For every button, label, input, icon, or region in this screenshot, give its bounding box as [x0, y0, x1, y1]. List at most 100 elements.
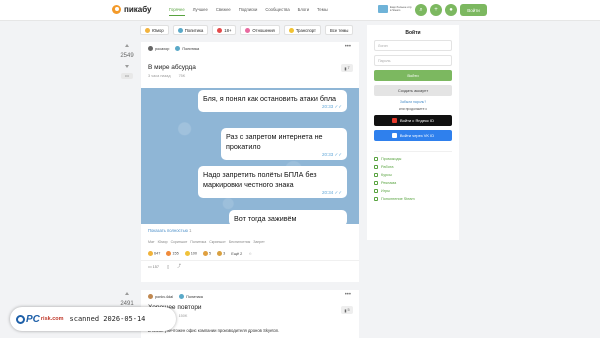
- add-reaction-icon[interactable]: ☺: [248, 252, 252, 256]
- tag-18plus[interactable]: 18+: [212, 25, 237, 35]
- post-tag[interactable]: Беспилотник: [229, 240, 250, 244]
- author-name[interactable]: ponkv.4dal: [155, 295, 173, 299]
- sidebar-link-steam[interactable]: Пополнение Steam: [374, 197, 452, 201]
- promo-icon: [374, 157, 378, 161]
- sidebar-link-promocodes[interactable]: Промокоды: [374, 157, 452, 161]
- post-views: 150K: [178, 314, 188, 318]
- tag-label: Отношения: [252, 27, 275, 33]
- add-post-icon[interactable]: +: [430, 4, 442, 16]
- post-menu-icon[interactable]: •••: [345, 292, 351, 298]
- vk-icon: [391, 133, 397, 138]
- tag-label: Юмор: [152, 27, 164, 33]
- tag-politics[interactable]: Политика: [172, 25, 209, 35]
- steam-promo[interactable]: Ещё больше игр в Steam: [378, 5, 412, 13]
- more-reactions[interactable]: Ещё 2: [231, 252, 242, 256]
- comments-button[interactable]: ▭ 157: [148, 264, 159, 269]
- upvote-icon[interactable]: [125, 44, 129, 47]
- password-field[interactable]: Пароль: [374, 55, 452, 66]
- reaction[interactable]: 647: [148, 251, 160, 256]
- author-row: pocaxop Политика: [148, 46, 352, 51]
- reaction[interactable]: 155: [166, 251, 179, 256]
- site-logo[interactable]: пикабу: [112, 5, 152, 14]
- post-time: 3 часа назад: [148, 74, 171, 78]
- post-menu-icon[interactable]: •••: [345, 44, 351, 50]
- post-tag[interactable]: Политика: [190, 240, 206, 244]
- logo-text: пикабу: [124, 5, 152, 14]
- post-tag[interactable]: Скриншот: [171, 240, 188, 244]
- message-text: Надо запретить полёты БПЛА без маркировк…: [203, 170, 317, 189]
- watermark: PC risk.com scanned 2026-05-14: [10, 307, 176, 331]
- yandex-login-button[interactable]: Войти с Яндекс ID: [374, 115, 452, 126]
- post-tag[interactable]: Мат: [148, 240, 155, 244]
- tag-relationships[interactable]: Отношения: [240, 25, 280, 35]
- bookmark-icon: ▮: [344, 66, 347, 71]
- upvote-icon[interactable]: [125, 292, 129, 295]
- nav-communities[interactable]: Сообщества: [265, 7, 289, 16]
- sidebar-link-jobs[interactable]: Работа: [374, 165, 452, 169]
- reaction[interactable]: 3: [217, 251, 225, 256]
- nav-blogs[interactable]: Блоги: [298, 7, 309, 16]
- login-field[interactable]: Логин: [374, 40, 452, 51]
- read-more-link[interactable]: Показать полностью 1: [141, 224, 359, 237]
- share-icon[interactable]: ⤴: [177, 264, 181, 269]
- nav-hot[interactable]: Горячее: [169, 7, 185, 16]
- reaction-emoji-icon: [166, 251, 172, 256]
- save-icon[interactable]: ▯: [167, 264, 169, 269]
- save-button[interactable]: ▮ 5: [341, 306, 353, 314]
- tag-label: Транспорт: [295, 27, 316, 33]
- vk-login-button[interactable]: Войти через VK ID: [374, 130, 452, 141]
- steam-icon: [374, 197, 378, 201]
- tag-all-topics[interactable]: Все темы: [324, 25, 354, 35]
- topic-tags: Юмор Политика 18+ Отношения Транспорт Вс…: [140, 25, 360, 35]
- reaction[interactable]: 100: [184, 251, 197, 256]
- sidebar-link-ads[interactable]: Реклама: [374, 181, 452, 185]
- top-header: пикабу Горячее Лучшее Свежее Подписки Со…: [0, 0, 600, 21]
- nav-best[interactable]: Лучшее: [193, 7, 208, 16]
- politics-icon: [177, 27, 183, 33]
- save-count: 5: [347, 308, 350, 312]
- post-tag[interactable]: Скриншот: [209, 240, 226, 244]
- humor-icon: [145, 27, 150, 33]
- community-name[interactable]: Политика: [182, 47, 199, 51]
- post-image-chat[interactable]: Бля, я понял как остановить атаки бпла 2…: [141, 88, 359, 224]
- sidebar-link-games[interactable]: Игры: [374, 189, 452, 193]
- reaction-emoji-icon: [184, 251, 190, 256]
- tag-transport[interactable]: Транспорт: [283, 25, 321, 35]
- post-title-block: В мире абсурда 3 часа назад 75K ▮ 7: [141, 64, 359, 88]
- community-name[interactable]: Политика: [186, 295, 203, 299]
- register-button[interactable]: Создать аккаунт: [374, 85, 452, 96]
- author-name[interactable]: pocaxop: [155, 47, 169, 51]
- post-views: 75K: [178, 74, 186, 78]
- forgot-password-link[interactable]: Забыли пароль?: [367, 100, 459, 104]
- sidebar-link-courses[interactable]: Курсы: [374, 173, 452, 177]
- avatar[interactable]: [148, 46, 153, 51]
- transport-icon: [288, 27, 294, 33]
- chat-message: Надо запретить полёты БПЛА без маркировк…: [198, 166, 347, 198]
- search-icon[interactable]: ⌕: [415, 4, 427, 16]
- downvote-icon[interactable]: [125, 65, 129, 68]
- message-time: 20:34 ✓✓: [321, 190, 342, 195]
- nav-subscriptions[interactable]: Подписки: [239, 7, 258, 16]
- nav-topics[interactable]: Темы: [317, 7, 328, 16]
- message-time: 20:33 ✓✓: [321, 104, 342, 109]
- post-tag[interactable]: Запрет: [253, 240, 265, 244]
- chat-message: Вот тогда заживём: [229, 210, 347, 224]
- reaction[interactable]: 5: [203, 251, 211, 256]
- login-button[interactable]: Войти: [374, 70, 452, 81]
- post-title[interactable]: В мире абсурда: [148, 64, 352, 71]
- tag-label: Все темы: [329, 27, 349, 33]
- save-button[interactable]: ▮ 7: [341, 64, 353, 72]
- logo-icon: [112, 5, 121, 14]
- post-tags: Мат Юмор Скриншот Политика Скриншот Бесп…: [141, 237, 359, 247]
- header-login-button[interactable]: Войти: [460, 4, 487, 16]
- tag-humor[interactable]: Юмор: [140, 25, 169, 35]
- nav-fresh[interactable]: Свежее: [216, 7, 231, 16]
- post-title[interactable]: Хорошее повтори: [148, 304, 352, 311]
- reaction-emoji-icon: [203, 251, 209, 256]
- post-tag[interactable]: Юмор: [158, 240, 168, 244]
- promo-text: Ещё больше игр в Steam: [390, 4, 412, 12]
- avatar[interactable]: [148, 294, 153, 299]
- notifications-icon[interactable]: ●: [445, 4, 457, 16]
- message-text: Раз с запретом интернета не прокатило: [226, 132, 323, 151]
- more-icon[interactable]: •••: [121, 73, 133, 79]
